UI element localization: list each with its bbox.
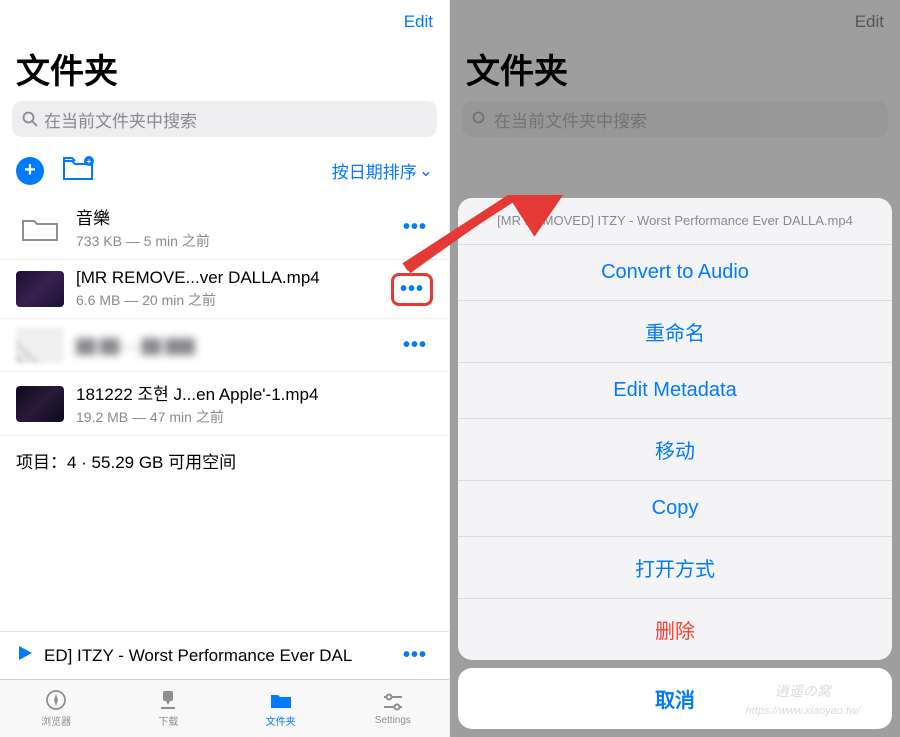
list-item[interactable]: [MR REMOVE...ver DALLA.mp4 6.6 MB — 20 m… (0, 260, 449, 319)
action-convert-audio[interactable]: Convert to Audio (458, 245, 892, 301)
compass-icon (43, 689, 69, 711)
video-thumbnail (16, 386, 64, 422)
file-name: [MR REMOVE...ver DALLA.mp4 (76, 268, 379, 288)
now-playing-bar[interactable]: ED] ITZY - Worst Performance Ever DAL ••… (0, 631, 449, 679)
folder-plus-icon: + (62, 155, 94, 181)
svg-text:+: + (87, 157, 92, 166)
tab-settings[interactable]: Settings (337, 680, 449, 737)
left-panel: Edit 文件夹 在当前文件夹中搜索 + + 按日期排序 ⌄ 音樂 733 KB… (0, 0, 450, 737)
tab-folder[interactable]: 文件夹 (225, 680, 337, 737)
chevron-down-icon: ⌄ (419, 161, 433, 181)
file-name: 181222 조현 J...en Apple'-1.mp4 (76, 380, 433, 405)
action-open-with[interactable]: 打开方式 (458, 537, 892, 599)
more-button[interactable]: ••• (397, 640, 433, 671)
tab-browser[interactable]: 浏览器 (0, 680, 112, 737)
more-button[interactable]: ••• (397, 212, 433, 243)
more-button[interactable]: ••• (391, 273, 433, 306)
new-folder-button[interactable]: + (62, 155, 94, 186)
play-icon (16, 644, 34, 667)
toolbar: + + 按日期排序 ⌄ (0, 149, 449, 196)
video-thumbnail (16, 271, 64, 307)
edit-button[interactable]: Edit (404, 12, 433, 32)
file-name: 音樂 (76, 204, 385, 229)
folder-icon (268, 689, 294, 711)
file-subtitle: 733 KB — 5 min 之前 (76, 231, 385, 251)
video-thumbnail (16, 327, 64, 363)
file-subtitle: 19.2 MB — 47 min 之前 (76, 407, 433, 427)
action-move[interactable]: 移动 (458, 419, 892, 481)
search-icon (22, 111, 38, 127)
more-button[interactable]: ••• (397, 330, 433, 361)
right-panel: Edit 文件夹 在当前文件夹中搜索 [MR REMOVED] ITZY - W… (450, 0, 900, 737)
topbar: Edit (0, 0, 449, 44)
tab-download[interactable]: 下载 (112, 680, 224, 737)
summary-text: 项目：4 · 55.29 GB 可用空间 (0, 436, 449, 485)
action-rename[interactable]: 重命名 (458, 301, 892, 363)
now-playing-title: ED] ITZY - Worst Performance Ever DAL (44, 646, 383, 666)
folder-icon (16, 210, 64, 246)
file-subtitle: 6.6 MB — 20 min 之前 (76, 290, 379, 310)
tab-bar: 浏览器 下载 文件夹 Settings (0, 679, 449, 737)
search-input[interactable]: 在当前文件夹中搜索 (12, 101, 437, 137)
action-copy[interactable]: Copy (458, 481, 892, 537)
sort-button[interactable]: 按日期排序 ⌄ (332, 158, 433, 183)
search-placeholder: 在当前文件夹中搜索 (44, 107, 197, 132)
list-item[interactable]: 181222 조현 J...en Apple'-1.mp4 19.2 MB — … (0, 372, 449, 436)
file-list: 音樂 733 KB — 5 min 之前 ••• [MR REMOVE...ve… (0, 196, 449, 631)
sheet-title: [MR REMOVED] ITZY - Worst Performance Ev… (458, 198, 892, 245)
list-item[interactable]: 音樂 733 KB — 5 min 之前 ••• (0, 196, 449, 260)
plus-icon: + (24, 159, 36, 182)
list-item[interactable]: ██ ██ — ██ ███ ••• (0, 319, 449, 372)
action-sheet: [MR REMOVED] ITZY - Worst Performance Ev… (458, 198, 892, 729)
file-subtitle: ██ ██ — ██ ███ (76, 338, 385, 354)
watermark: 逍遥の窝https://www.xiaoyao.tw/ (746, 681, 860, 717)
download-icon (155, 689, 181, 711)
action-delete[interactable]: 删除 (458, 599, 892, 660)
add-button[interactable]: + (16, 157, 44, 185)
action-edit-metadata[interactable]: Edit Metadata (458, 363, 892, 419)
sliders-icon (380, 691, 406, 713)
page-title: 文件夹 (0, 44, 449, 101)
